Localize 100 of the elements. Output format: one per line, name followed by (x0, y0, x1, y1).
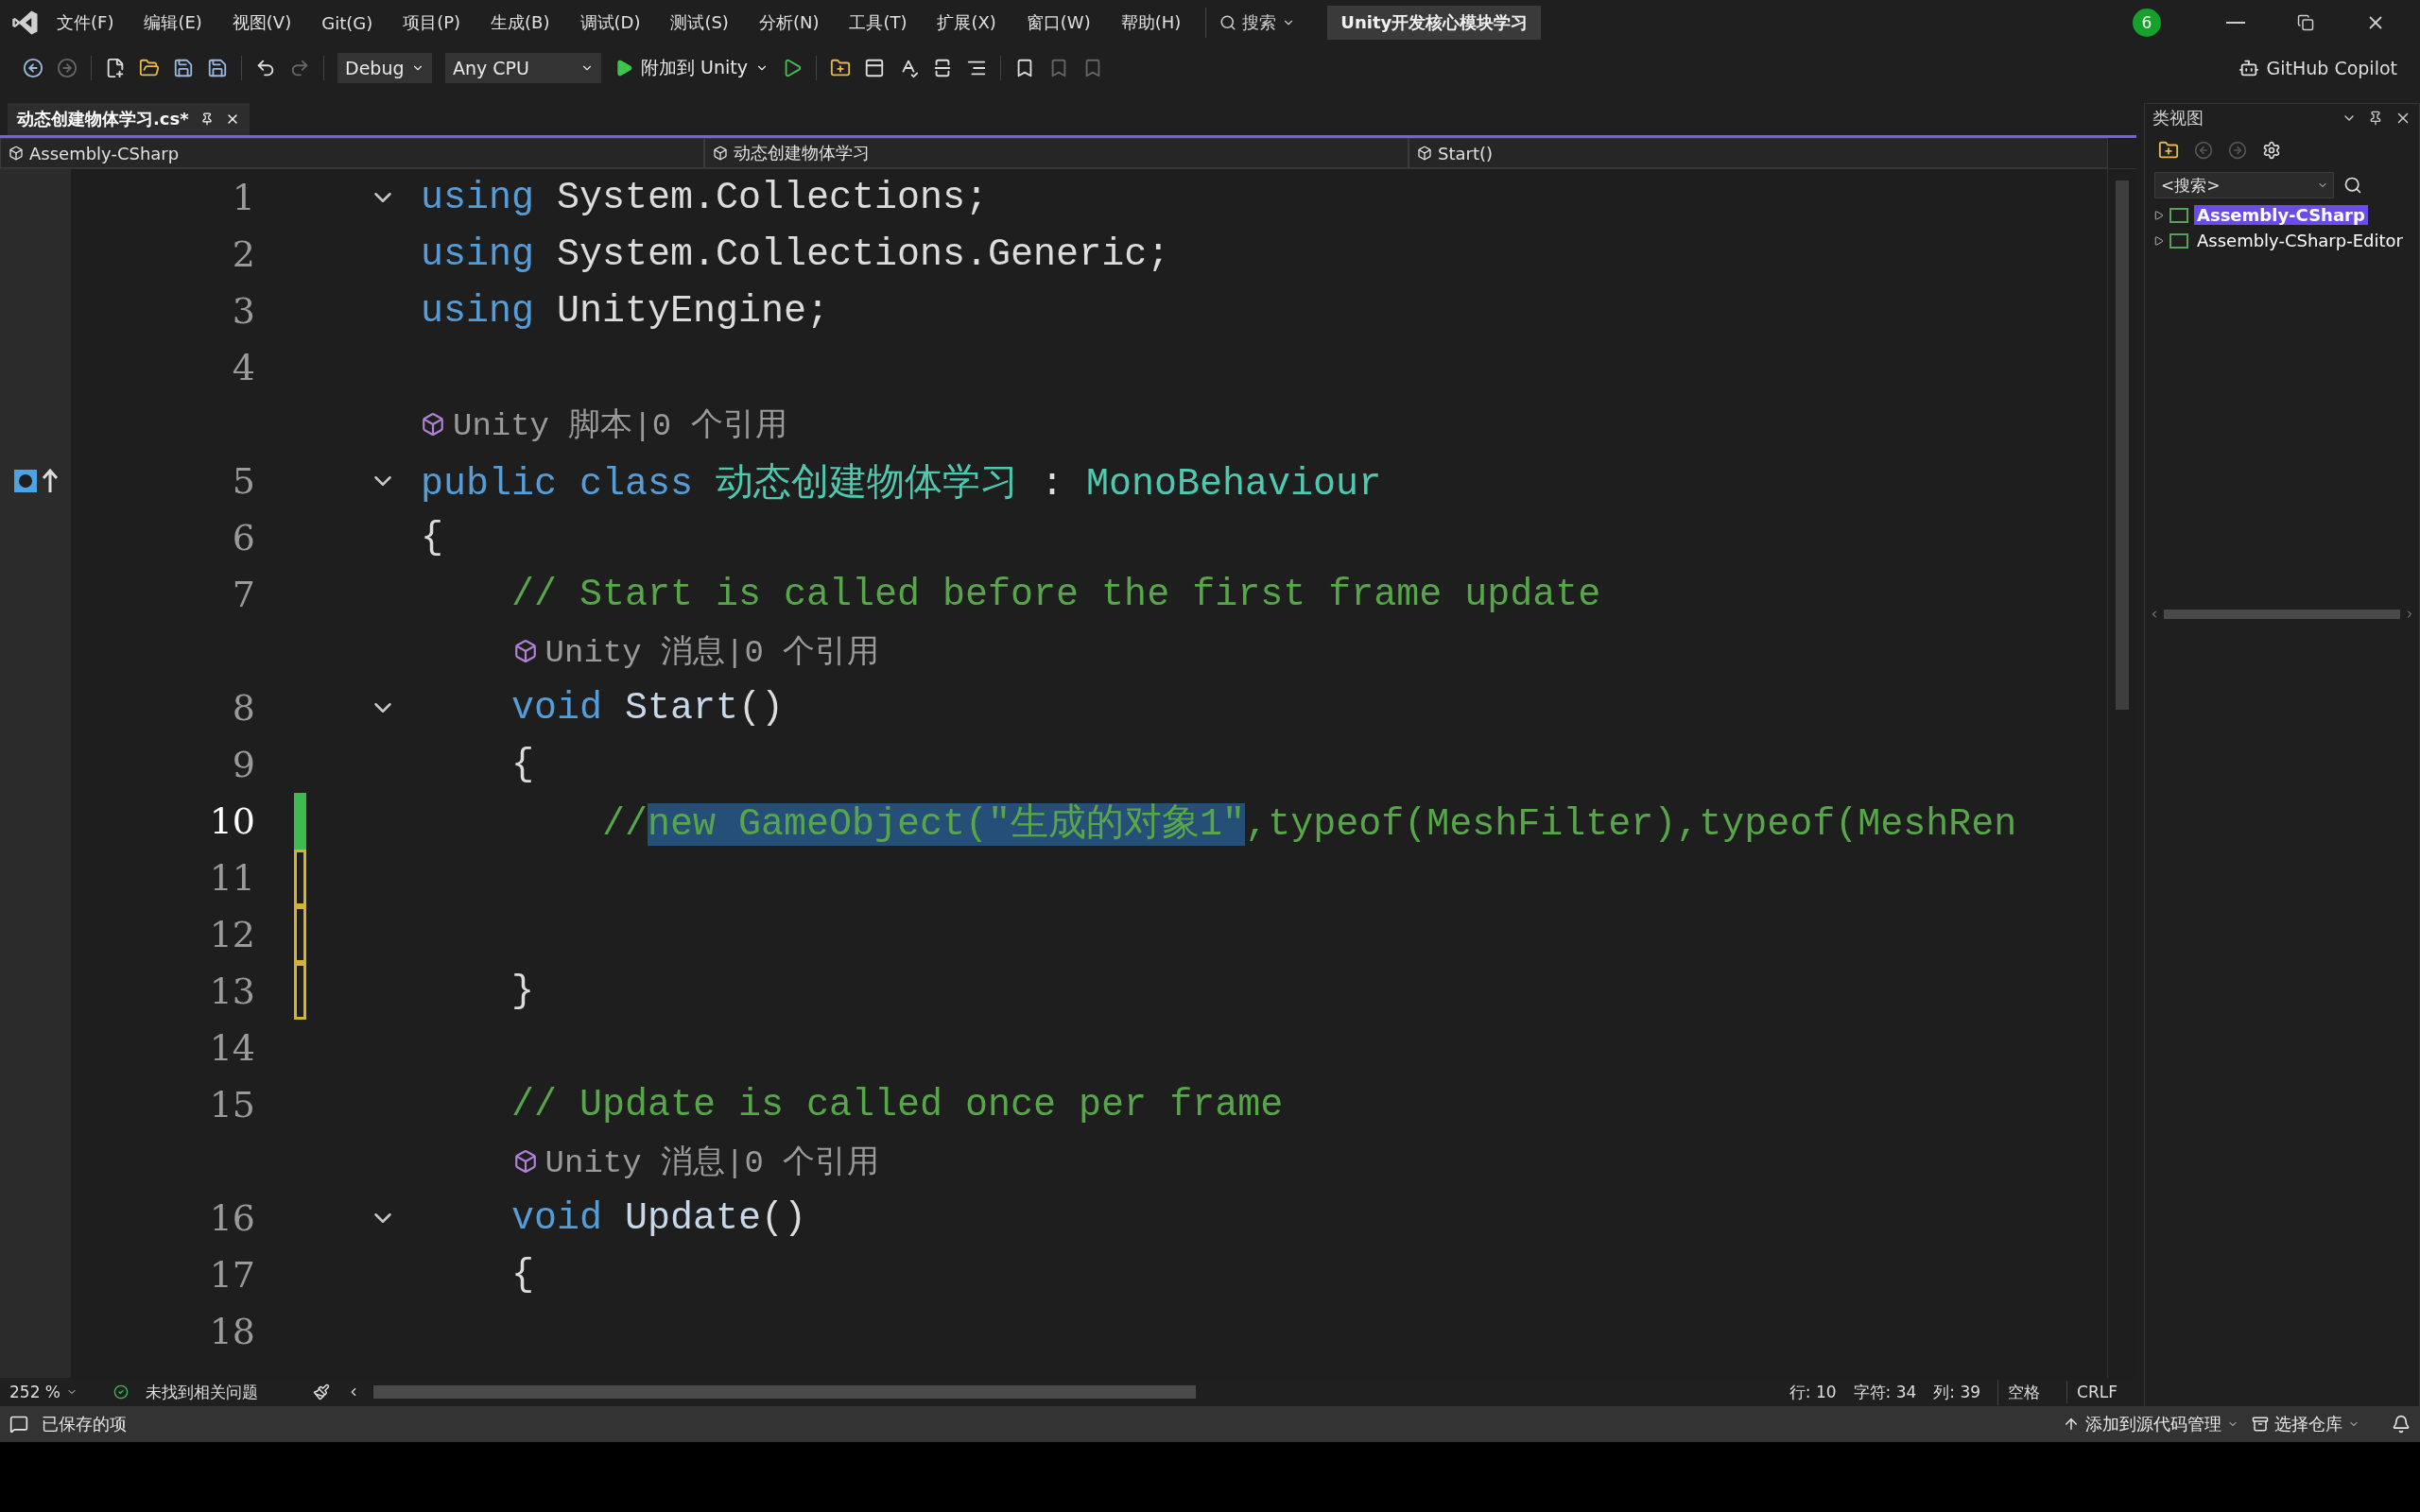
code-line: { (510, 743, 535, 786)
brush-icon[interactable] (313, 1383, 330, 1400)
platform-dropdown[interactable]: Any CPU (445, 52, 601, 83)
cube-icon (512, 639, 538, 663)
code-line: // Start is called before the first frame update (510, 573, 1601, 616)
line-number: 6 (231, 517, 255, 558)
panel-title: 类视图 (2152, 107, 2204, 129)
line-status: 行: 10 (1789, 1381, 1837, 1403)
search-icon (1219, 14, 1237, 31)
open-folder-icon[interactable] (139, 57, 160, 78)
notification-icon[interactable] (2392, 1415, 2411, 1434)
line-number: 7 (231, 574, 255, 615)
line-number: 17 (208, 1254, 255, 1296)
cube-icon (713, 146, 728, 161)
restore-icon (2297, 14, 2314, 31)
tree-item[interactable]: Assembly-CSharp-Editor (2194, 231, 2406, 250)
code-line: // Update is called once per frame (510, 1083, 1284, 1126)
search-button[interactable]: 搜索 (1205, 8, 1309, 38)
menu-item[interactable]: Git(G) (308, 9, 387, 37)
tree-item[interactable]: Assembly-CSharp (2194, 205, 2368, 225)
code-line: using UnityEngine; (421, 289, 830, 333)
scrollbar-thumb[interactable] (2164, 610, 2400, 619)
code-line: public class 动态创建物体学习 : MonoBehaviour (421, 461, 1382, 507)
status-message: 已保存的项 (42, 1413, 127, 1435)
copilot-button[interactable]: GitHub Copilot (2238, 57, 2397, 78)
whitespace-status[interactable]: 空格 (1997, 1379, 2050, 1405)
cube-icon (1417, 146, 1432, 161)
menu-item[interactable]: 文件(F) (43, 8, 128, 38)
code-line: using System.Collections; (421, 176, 989, 219)
pin-icon[interactable] (2368, 111, 2383, 126)
menu-item[interactable]: 编辑(E) (130, 8, 216, 38)
play-icon (614, 58, 633, 77)
menu-item[interactable]: 项目(P) (389, 8, 475, 38)
line-number: 5 (231, 460, 255, 502)
search-icon[interactable] (2343, 176, 2362, 195)
issues-status[interactable]: 未找到相关问题 (146, 1381, 258, 1403)
line-number: 9 (231, 744, 255, 785)
save-icon[interactable] (173, 57, 194, 78)
window-icon[interactable] (863, 57, 885, 78)
repository-icon (2252, 1416, 2269, 1433)
member-dropdown[interactable]: Start() (1409, 138, 2108, 168)
menu-item[interactable]: 扩展(X) (924, 8, 1010, 38)
attach-button[interactable]: 附加到 Unity (614, 55, 769, 80)
line-ending-status[interactable]: CRLF (2066, 1381, 2127, 1403)
codelens-text: Unity 消息|0 个引用 (512, 1140, 880, 1183)
menu-item[interactable]: 分析(N) (745, 8, 833, 38)
codelens-text: Unity 脚本|0 个引用 (421, 403, 787, 446)
line-number: 18 (208, 1311, 255, 1352)
scrollbar-thumb[interactable] (373, 1385, 1196, 1399)
line-number: 10 (208, 800, 255, 842)
minimize-icon (2226, 22, 2245, 24)
zoom-dropdown[interactable]: 252 % (9, 1383, 78, 1401)
scrollbar-thumb[interactable] (2116, 180, 2129, 710)
new-folder-icon[interactable] (2158, 140, 2179, 161)
pin-icon[interactable] (199, 112, 214, 126)
save-all-icon[interactable] (207, 57, 228, 78)
menu-item[interactable]: 视图(V) (218, 8, 305, 38)
settings-icon[interactable] (2262, 141, 2281, 160)
code-line: void Update() (510, 1196, 807, 1240)
line-number: 15 (208, 1084, 255, 1125)
check-icon (113, 1384, 129, 1400)
source-control-button[interactable]: 添加到源代码管理 (2063, 1413, 2238, 1435)
repository-button[interactable]: 选择仓库 (2252, 1413, 2360, 1435)
line-number: 16 (208, 1197, 255, 1239)
back-icon[interactable] (23, 57, 43, 78)
project-icon (2169, 232, 2188, 249)
menu-item[interactable]: 工具(T) (836, 8, 921, 38)
line-number: 14 (208, 1027, 255, 1069)
line-number: 13 (208, 971, 255, 1012)
menu-item[interactable]: 窗口(W) (1012, 8, 1104, 38)
line-number: 12 (208, 914, 255, 955)
cube-icon (9, 146, 24, 161)
menu-item[interactable]: 测试(S) (657, 8, 742, 38)
expand-icon[interactable] (2154, 210, 2164, 220)
class-dropdown[interactable]: 动态创建物体学习 (704, 138, 1409, 168)
logo-icon (11, 9, 40, 37)
search-field[interactable]: <搜索> (2154, 172, 2334, 198)
line-number: 2 (231, 233, 255, 275)
file-tab[interactable]: 动态创建物体学习.cs* (8, 103, 250, 135)
cube-icon (512, 1149, 538, 1174)
forward-icon[interactable] (57, 57, 78, 78)
line-number: 1 (231, 177, 255, 218)
codelens-text: Unity 消息|0 个引用 (512, 629, 880, 673)
menu-item[interactable]: 帮助(H) (1107, 8, 1195, 38)
code-line: { (421, 516, 443, 559)
configuration-dropdown[interactable]: Debug (337, 52, 432, 83)
code-line: using System.Collections.Generic; (421, 232, 1170, 276)
new-file-icon[interactable] (105, 57, 126, 78)
code-line: void Start() (510, 686, 785, 730)
line-number: 8 (231, 687, 255, 729)
menu-item[interactable]: 生成(B) (477, 8, 563, 38)
menu-item[interactable]: 调试(D) (566, 8, 654, 38)
line-number: 4 (231, 347, 255, 388)
project-dropdown[interactable]: Assembly-CSharp (0, 138, 704, 168)
code-line: { (510, 1253, 535, 1297)
cube-icon (421, 412, 445, 437)
code-line: } (510, 970, 535, 1013)
expand-icon[interactable] (2154, 235, 2164, 246)
code-line: //new GameObject("生成的对象1",typeof(MeshFilter),typeof(MeshRen (601, 801, 2017, 848)
folder-icon[interactable] (829, 57, 851, 78)
